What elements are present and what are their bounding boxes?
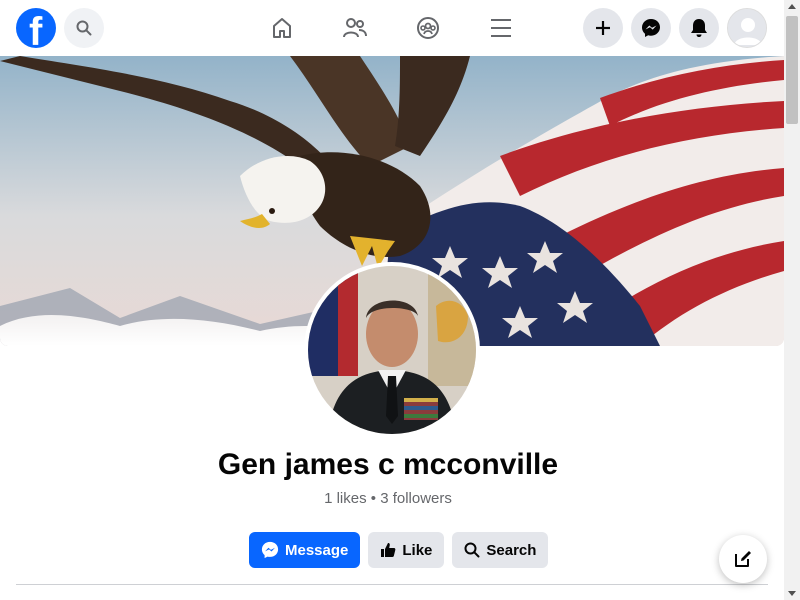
notifications-icon xyxy=(691,19,707,37)
page-scrollbar[interactable] xyxy=(784,0,800,600)
notifications-button[interactable] xyxy=(679,8,719,48)
menu-icon xyxy=(491,19,511,37)
search-icon xyxy=(464,542,480,558)
like-button[interactable]: Like xyxy=(368,532,445,568)
create-button[interactable] xyxy=(583,8,623,48)
top-navigation-bar: f xyxy=(0,0,784,56)
nav-home[interactable] xyxy=(262,8,302,48)
groups-icon xyxy=(417,17,439,39)
nav-friends[interactable] xyxy=(335,8,375,48)
message-button-label: Message xyxy=(285,541,349,559)
create-icon xyxy=(596,21,610,35)
message-button[interactable]: Message xyxy=(249,532,361,568)
profile-actions: Message Like Search xyxy=(249,532,549,568)
profile-photo xyxy=(308,266,476,434)
messenger-icon xyxy=(642,19,660,37)
like-button-label: Like xyxy=(402,541,433,559)
scroll-thumb[interactable] xyxy=(786,16,798,124)
new-message-button[interactable] xyxy=(719,535,767,583)
home-icon xyxy=(273,18,291,38)
scroll-down-arrow-icon[interactable] xyxy=(788,591,796,596)
search-icon xyxy=(76,20,92,36)
facebook-logo-letter: f xyxy=(29,10,43,48)
profile-avatar-button[interactable] xyxy=(727,8,767,48)
search-button[interactable] xyxy=(64,8,104,48)
thumbs-up-icon xyxy=(381,543,396,557)
messenger-button[interactable] xyxy=(631,8,671,48)
profile-picture[interactable] xyxy=(304,262,480,438)
nav-groups[interactable] xyxy=(408,8,448,48)
search-page-button[interactable]: Search xyxy=(452,532,549,568)
section-divider xyxy=(16,584,768,585)
page-stats[interactable]: 1 likes • 3 followers xyxy=(0,490,776,507)
friends-icon xyxy=(343,18,367,38)
profile-icon xyxy=(728,9,766,47)
compose-icon xyxy=(735,551,751,567)
scroll-up-arrow-icon[interactable] xyxy=(788,4,796,9)
facebook-logo[interactable]: f xyxy=(16,8,56,48)
search-button-label: Search xyxy=(486,541,537,559)
messenger-icon xyxy=(261,541,279,559)
page-name: Gen james c mcconville xyxy=(217,448,559,481)
nav-menu[interactable] xyxy=(481,8,521,48)
